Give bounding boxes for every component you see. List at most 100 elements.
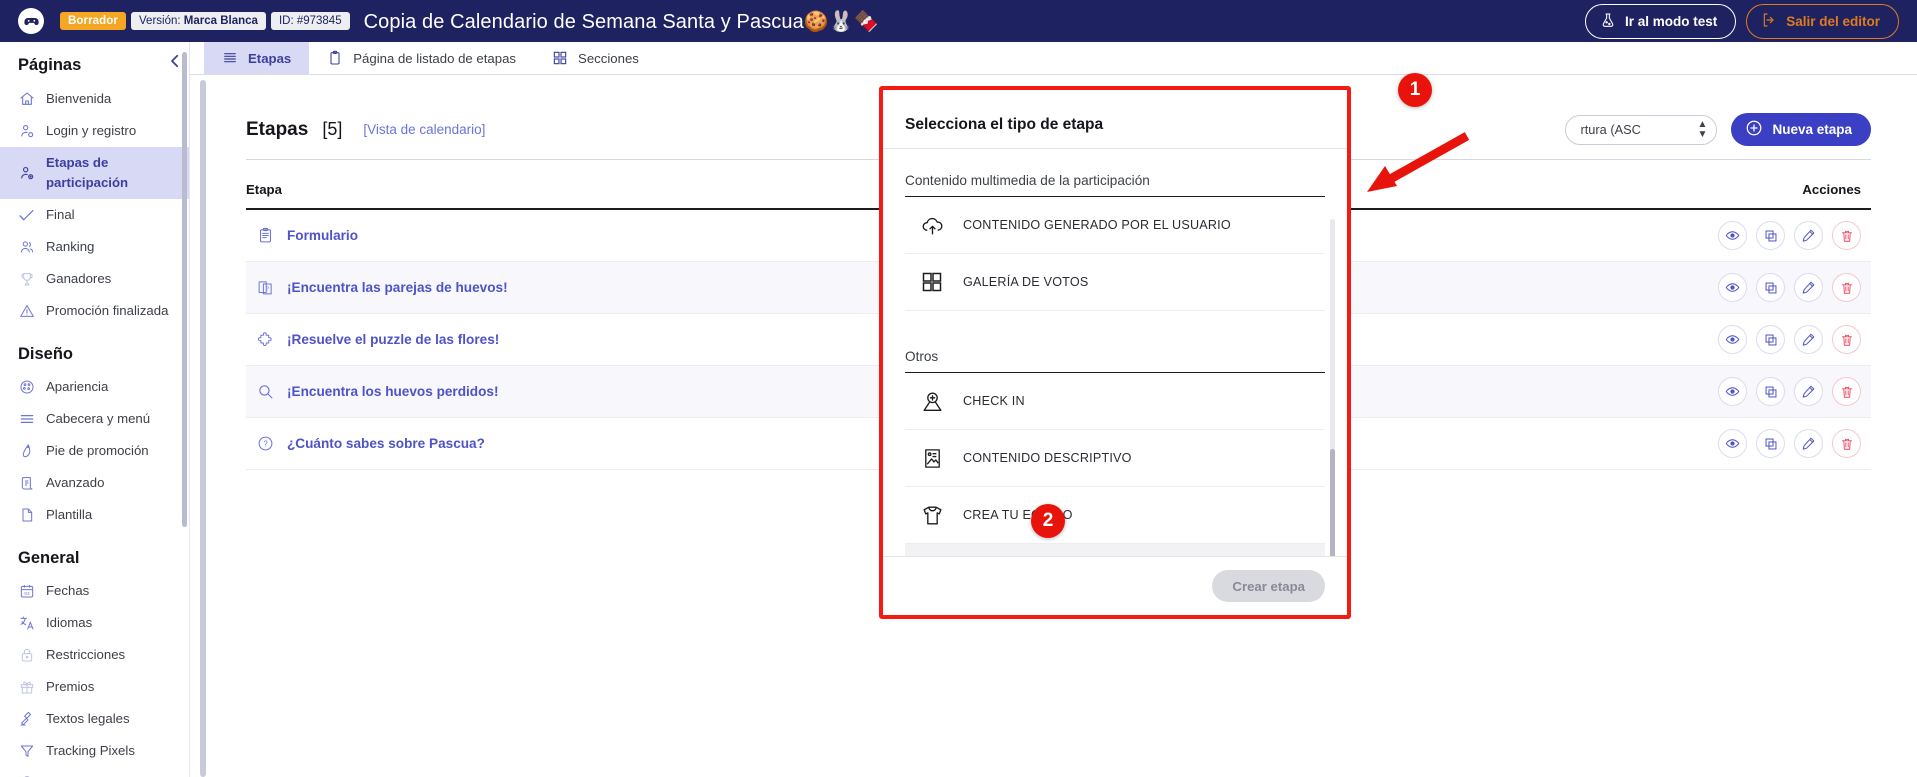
copy-icon[interactable] [1756,377,1785,406]
option-formulario[interactable]: FORMULARIO [905,544,1325,556]
sidebar-item-label: Ganadores [46,271,112,286]
image-text-icon [919,445,945,471]
tab-label: Etapas [248,50,292,66]
user-login-icon [18,123,35,140]
tab-secciones[interactable]: Secciones [534,42,657,74]
tab-pagina-listado-etapas[interactable]: Página de listado de etapas [309,42,534,74]
sidebar-item-textos-legales[interactable]: Textos legales [0,703,189,735]
map-pin-plus-icon [919,388,945,414]
trash-icon[interactable] [1832,325,1861,354]
list-stack-icon [222,50,238,66]
sort-select[interactable]: rtura (ASC ▲ ▼ [1565,114,1718,145]
pencil-icon[interactable] [1794,221,1823,250]
sidebar-item-idiomas[interactable]: Idiomas [0,607,189,639]
sidebar-item-ganadores[interactable]: Ganadores [0,263,189,295]
trash-icon[interactable] [1832,377,1861,406]
exit-editor-button[interactable]: Salir del editor [1746,3,1899,39]
status-badge: Borrador [60,12,127,30]
option-contenido-generado-por-el-usuario[interactable]: CONTENIDO GENERADO POR EL USUARIO [905,197,1325,254]
question-circle-icon: ? [256,435,274,453]
option-crea-tu-equipo[interactable]: CREA TU EQUIPO [905,487,1325,544]
version-badge: Versión: Marca Blanca [131,12,266,30]
sidebar-header-title: Páginas [18,56,82,74]
sidebar-item-pie-de-promocion[interactable]: Pie de promoción [0,435,189,467]
sort-select-value: rtura (ASC [1580,122,1641,137]
sidebar-item-fechas[interactable]: 03 Fechas [0,575,189,607]
new-stage-button[interactable]: Nueva etapa [1731,113,1871,146]
option-label: GALERÍA DE VOTOS [963,275,1089,289]
sidebar-item-promocion-finalizada[interactable]: Promoción finalizada [0,295,189,327]
sidebar-item-label: Promoción finalizada [46,303,169,318]
option-galeria-de-votos[interactable]: GALERÍA DE VOTOS [905,254,1325,311]
sidebar-item-ranking[interactable]: Ranking [0,231,189,263]
sidebar-item-restricciones[interactable]: Restricciones [0,639,189,671]
copy-icon[interactable] [1756,429,1785,458]
promotion-id-badge: ID: #973845 [270,12,350,30]
tab-etapas[interactable]: Etapas [204,42,310,74]
footer-icon [18,443,35,460]
sidebar-group-paginas: Bienvenida Login y registro Etapas de pa… [0,83,189,327]
clipboard-icon [327,50,343,66]
test-mode-label: Ir al modo test [1624,13,1718,29]
trash-icon[interactable] [1832,429,1861,458]
modal-scrollbar[interactable] [1330,219,1335,556]
sidebar-collapse-button[interactable] [166,52,184,70]
svg-text:03: 03 [24,591,30,596]
main-scrollbar[interactable] [200,80,206,777]
eye-icon[interactable] [1718,325,1747,354]
sidebar-item-apariencia[interactable]: Apariencia [0,371,189,403]
sidebar-item-plantilla[interactable]: Plantilla [0,499,189,531]
sidebar-item-premios[interactable]: Premios [0,671,189,703]
trophy-icon [18,271,35,288]
eye-icon[interactable] [1718,273,1747,302]
sidebar-item-tracking-pixels[interactable]: Tracking Pixels [0,735,189,767]
stage-name-link[interactable]: Formulario [287,228,358,243]
calendar-view-link[interactable]: [Vista de calendario] [363,122,485,137]
home-icon [18,91,35,108]
funnel-icon [18,743,35,760]
trash-icon[interactable] [1832,273,1861,302]
sidebar-item-label: Final [46,207,75,222]
option-check-in[interactable]: CHECK IN [905,373,1325,430]
stage-name-link[interactable]: ¿Cuánto sabes sobre Pascua? [287,436,485,451]
pencil-icon[interactable] [1794,429,1823,458]
eye-icon[interactable] [1718,377,1747,406]
copy-icon[interactable] [1756,221,1785,250]
tab-label: Secciones [578,50,639,66]
pencil-icon[interactable] [1794,325,1823,354]
user-plus-icon [18,165,35,182]
plus-circle-icon [1745,119,1763,140]
sidebar-item-final[interactable]: Final [0,199,189,231]
calendar-icon: 03 [18,583,35,600]
sidebar-item-login-y-registro[interactable]: Login y registro [0,115,189,147]
test-mode-button[interactable]: Ir al modo test [1584,3,1737,39]
sidebar-item-cabecera-y-menu[interactable]: Cabecera y menú [0,403,189,435]
eye-icon[interactable] [1718,429,1747,458]
sidebar-scrollbar[interactable] [182,52,187,527]
translate-icon [18,615,35,632]
sidebar-item-label: Pie de promoción [46,443,149,458]
sidebar-item-bienvenida[interactable]: Bienvenida [0,83,189,115]
create-stage-button[interactable]: Crear etapa [1212,570,1325,602]
cloud-upload-icon [919,212,945,238]
sidebar-item-label: Idiomas [46,615,93,630]
trash-icon[interactable] [1832,221,1861,250]
sidebar-item-mis-redes[interactable]: Mis Redes [0,767,189,777]
option-contenido-descriptivo[interactable]: CONTENIDO DESCRIPTIVO [905,430,1325,487]
svg-text:?: ? [263,440,268,449]
scroll-icon [18,475,35,492]
copy-icon[interactable] [1756,325,1785,354]
eye-icon[interactable] [1718,221,1747,250]
pencil-icon[interactable] [1794,377,1823,406]
gamepad-icon[interactable] [18,8,44,34]
sidebar-item-etapas-de-participacion[interactable]: Etapas de participación [0,147,189,199]
stage-name-link[interactable]: ¡Encuentra las parejas de huevos! [287,280,508,295]
lock-icon [18,647,35,664]
top-bar-actions: Ir al modo test Salir del editor [1584,3,1899,39]
copy-icon[interactable] [1756,273,1785,302]
stage-name-link[interactable]: ¡Encuentra los huevos perdidos! [287,384,499,399]
annotation-badge-2: 2 [1031,504,1065,538]
sidebar-item-avanzado[interactable]: Avanzado [0,467,189,499]
stage-name-link[interactable]: ¡Resuelve el puzzle de las flores! [287,332,499,347]
pencil-icon[interactable] [1794,273,1823,302]
